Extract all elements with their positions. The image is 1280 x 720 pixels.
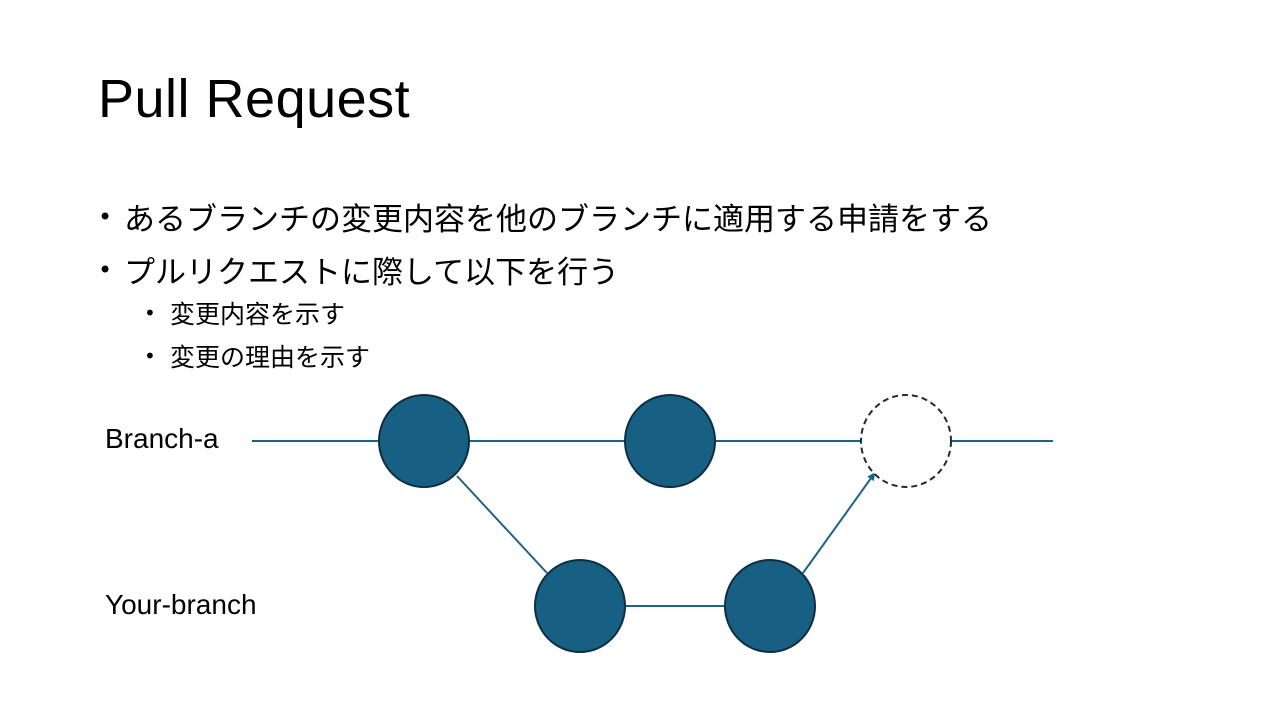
commit-node bbox=[624, 394, 716, 488]
commit-node bbox=[378, 394, 470, 488]
merge-arrow bbox=[802, 472, 876, 574]
commit-node bbox=[724, 559, 816, 653]
git-diagram bbox=[252, 394, 1053, 653]
branch-off-line bbox=[456, 475, 548, 574]
pending-merge-node bbox=[860, 394, 952, 488]
commit-node bbox=[534, 559, 626, 653]
